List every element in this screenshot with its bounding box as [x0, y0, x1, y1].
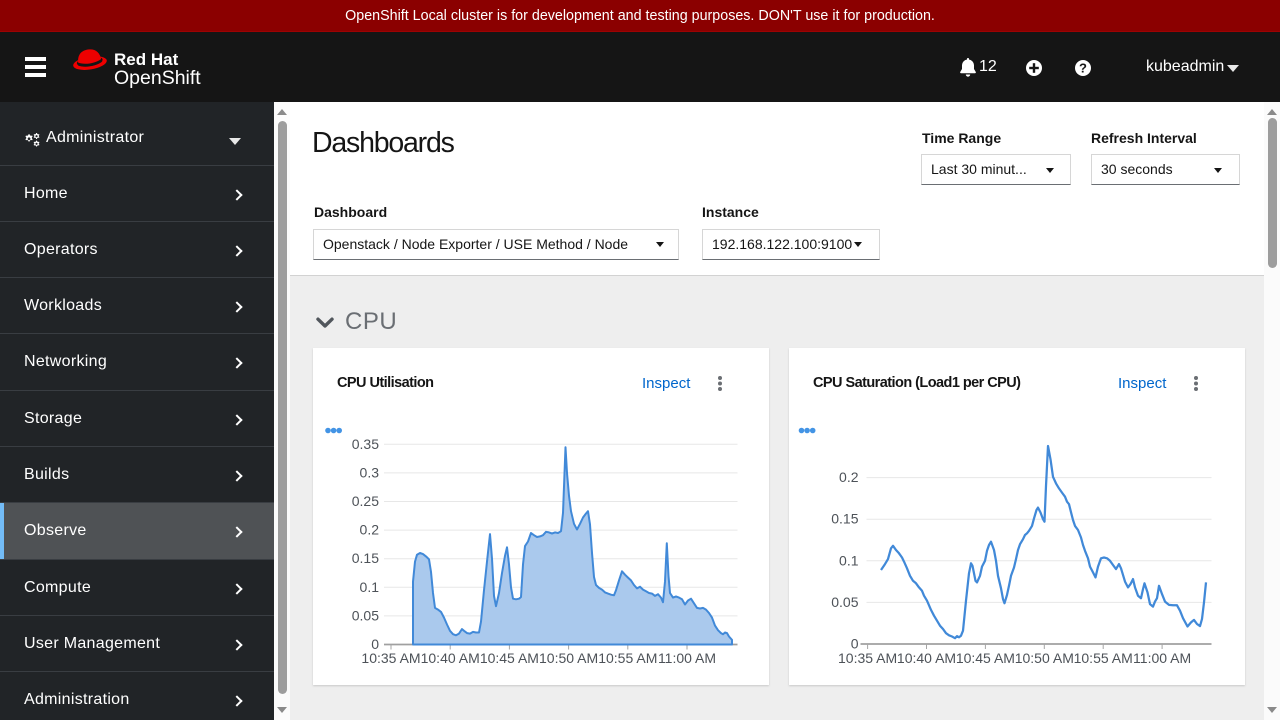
svg-text:0.1: 0.1 [360, 579, 380, 595]
svg-text:10:50 AM: 10:50 AM [539, 650, 598, 666]
svg-text:0.35: 0.35 [352, 436, 379, 452]
svg-text:11:00 AM: 11:00 AM [658, 650, 716, 666]
svg-text:10:40 AM: 10:40 AM [897, 650, 956, 666]
svg-text:10:45 AM: 10:45 AM [480, 650, 539, 666]
svg-text:0.1: 0.1 [839, 552, 859, 568]
svg-text:10:55 AM: 10:55 AM [598, 650, 657, 666]
svg-text:10:35 AM: 10:35 AM [361, 650, 420, 666]
svg-text:0.05: 0.05 [352, 607, 379, 623]
svg-text:0.15: 0.15 [831, 511, 858, 527]
svg-text:0.15: 0.15 [352, 550, 379, 566]
svg-text:10:40 AM: 10:40 AM [421, 650, 480, 666]
svg-text:10:55 AM: 10:55 AM [1074, 650, 1133, 666]
svg-text:10:45 AM: 10:45 AM [956, 650, 1015, 666]
svg-text:11:00 AM: 11:00 AM [1133, 650, 1191, 666]
svg-text:0.2: 0.2 [360, 522, 380, 538]
svg-text:0.3: 0.3 [360, 464, 380, 480]
svg-text:0.05: 0.05 [831, 594, 858, 610]
svg-text:0.25: 0.25 [352, 493, 379, 509]
svg-text:10:50 AM: 10:50 AM [1015, 650, 1074, 666]
svg-text:0.2: 0.2 [839, 469, 859, 485]
svg-text:?: ? [1079, 60, 1087, 75]
svg-text:10:35 AM: 10:35 AM [838, 650, 897, 666]
